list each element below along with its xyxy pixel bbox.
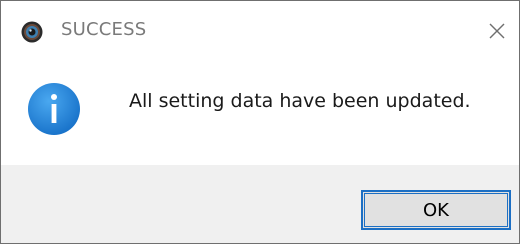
dialog-footer: OK: [1, 165, 519, 243]
close-button[interactable]: [481, 15, 513, 47]
info-icon: [27, 82, 81, 136]
ok-button-label: OK: [364, 193, 508, 227]
close-icon: [489, 23, 505, 39]
message-text: All setting data have been updated.: [129, 90, 471, 112]
app-icon: [21, 21, 43, 43]
success-dialog: SUCCESS All setting data have been updat…: [0, 0, 520, 244]
dialog-content: All setting data have been updated.: [1, 63, 519, 165]
ok-button[interactable]: OK: [361, 190, 511, 230]
title-bar: SUCCESS: [1, 1, 519, 63]
dialog-title: SUCCESS: [61, 19, 147, 40]
